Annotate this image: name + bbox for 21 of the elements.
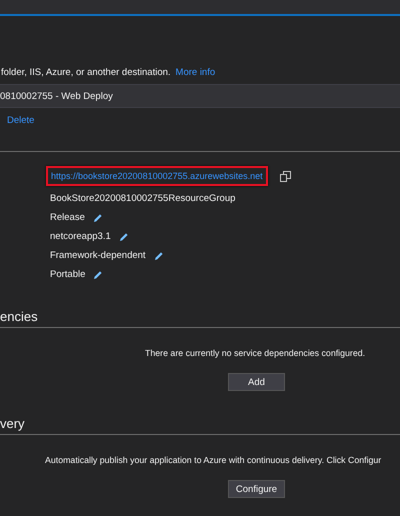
profile-selector[interactable]: 0810002755 - Web Deploy <box>0 84 400 108</box>
section-heading: very <box>0 415 26 433</box>
section-message: Automatically publish your application to Azure with continuous delivery. Click Configur <box>45 455 382 467</box>
more-info-link[interactable]: More info <box>176 66 216 78</box>
pencil-icon[interactable] <box>118 232 129 242</box>
pencil-icon[interactable] <box>92 212 103 222</box>
pencil-icon[interactable] <box>154 250 164 260</box>
section-message: There are currently no service dependencies configured. <box>145 348 366 360</box>
site-url-link[interactable]: https://bookstore20200810002755.azurewebsites.net <box>46 166 268 186</box>
pencil-icon[interactable] <box>93 270 104 280</box>
setting-value: Framework-dependent <box>50 250 146 261</box>
add-button[interactable]: Add <box>228 373 285 391</box>
configure-button[interactable]: Configure <box>228 480 285 498</box>
setting-value: netcoreapp3.1 <box>50 231 111 242</box>
copy-icon[interactable] <box>280 170 291 182</box>
setting-value: Portable <box>50 269 86 280</box>
delete-link[interactable]: Delete <box>7 114 34 126</box>
setting-value: Release <box>50 212 85 223</box>
setting-value: BookStore20200810002755ResourceGroup <box>50 193 236 204</box>
description-text: folder, IIS, Azure, or another destination. <box>1 66 171 78</box>
section-heading: encies <box>0 308 39 326</box>
